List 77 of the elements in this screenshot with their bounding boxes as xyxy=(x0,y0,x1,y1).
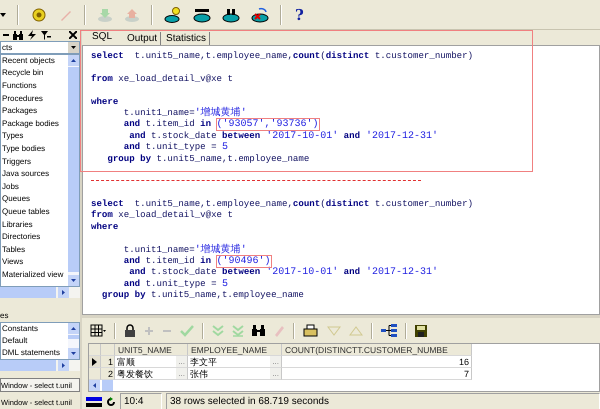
connection-icon xyxy=(86,396,102,408)
object-type-item[interactable]: Type bodies xyxy=(2,143,68,156)
code-line: where xyxy=(91,96,118,107)
object-type-item[interactable]: Recycle bin xyxy=(2,67,68,80)
object-type-item[interactable]: Types xyxy=(2,130,68,144)
table-cell-text: 16 xyxy=(458,356,470,367)
object-type-item[interactable]: Views xyxy=(2,256,68,269)
binoculars-icon[interactable] xyxy=(13,30,23,40)
template-item[interactable]: Constants xyxy=(2,323,68,335)
object-type-item[interactable]: Materialized view xyxy=(2,268,68,282)
current-row-marker-icon xyxy=(92,358,97,366)
object-type-item[interactable]: Queues xyxy=(2,193,68,206)
object-type-item[interactable]: Libraries xyxy=(2,218,68,232)
lightning-icon[interactable] xyxy=(27,30,37,40)
code-line: and t.stock_date between '2017-10-01' and '2017-12-31' xyxy=(128,130,438,142)
object-type-item[interactable]: Queue tables xyxy=(2,206,68,219)
sql-editor[interactable] xyxy=(82,45,600,315)
object-type-item[interactable]: Triggers xyxy=(2,156,68,168)
caret-icon[interactable] xyxy=(0,12,6,16)
close-icon[interactable] xyxy=(69,31,77,40)
code-line: t.unit1_name='增城黄埔' xyxy=(122,106,247,118)
row-number: 1 xyxy=(101,356,115,368)
code-line: and t.item_id in ('90496') xyxy=(122,255,271,266)
code-line: where xyxy=(91,220,118,232)
grid-icon[interactable] xyxy=(90,324,106,338)
code-line: and t.item_id in ('93057','93736') xyxy=(122,118,319,130)
header-cell xyxy=(89,344,101,356)
header-cell xyxy=(101,344,115,356)
hierarchy-icon[interactable] xyxy=(381,324,397,338)
code-line: from xe_load_detail_v@xe t xyxy=(91,72,233,84)
code-line: t.unit1_name='增城黄埔' xyxy=(122,244,247,256)
lock-icon[interactable] xyxy=(124,324,136,338)
table-cell-text: 粤发餐饮 xyxy=(116,368,153,379)
vertical-scrollbar[interactable] xyxy=(68,54,79,286)
help-button[interactable]: ? xyxy=(293,6,306,24)
save-icon[interactable] xyxy=(415,324,427,336)
template-item[interactable]: Default xyxy=(2,335,68,347)
column-header[interactable]: UNIT5_NAME xyxy=(115,344,188,356)
status-message: 38 rows selected in 68.719 seconds xyxy=(166,393,600,409)
checkmark-icon[interactable] xyxy=(180,324,194,336)
object-filter-dropdown[interactable]: cts xyxy=(0,40,80,54)
code-line: and t.stock_date between '2017-10-01' and '2017-12-31' xyxy=(128,266,438,278)
object-type-item[interactable]: Directories xyxy=(2,231,68,244)
code-line: select t.unit5_name,t.employee_name,count(distinct t.customer_number) xyxy=(91,198,474,210)
table-cell-text: 李文平 xyxy=(189,356,217,367)
template-item[interactable]: DML statements xyxy=(2,347,68,359)
cursor-position: 10:4 xyxy=(120,393,162,409)
database-icon[interactable] xyxy=(164,6,182,24)
object-type-item[interactable]: Tables xyxy=(2,244,68,256)
code-line: group by t.unit5_name,t.employee_name xyxy=(100,289,304,301)
object-type-item[interactable]: Package bodies xyxy=(2,118,68,130)
horizontal-scrollbar[interactable] xyxy=(0,286,80,298)
code-line: from xe_load_detail_v@xe t xyxy=(91,209,233,221)
funnel-icon[interactable] xyxy=(41,30,51,40)
code-line: and t.unit_type = 5 xyxy=(122,141,228,153)
object-type-item[interactable]: Procedures xyxy=(2,92,68,106)
table-cell-text: 张伟 xyxy=(189,368,208,379)
object-type-item[interactable]: Jobs xyxy=(2,180,68,194)
object-type-item[interactable]: Java sources xyxy=(2,168,68,181)
horizontal-scrollbar[interactable] xyxy=(0,360,80,371)
binoculars-icon[interactable] xyxy=(252,325,265,336)
row-indicator[interactable] xyxy=(89,356,101,368)
column-header[interactable]: COUNT(DISTINCTT.CUSTOMER_NUMBE xyxy=(282,344,472,356)
row-number: 2 xyxy=(101,368,115,380)
vertical-scrollbar[interactable] xyxy=(68,323,79,359)
object-type-item[interactable]: Recent objects xyxy=(2,54,68,68)
code-line: select t.unit5_name,t.employee_name,count(distinct t.customer_number) xyxy=(91,50,474,62)
code-line: group by t.unit5_name,t.employee_name xyxy=(106,152,310,164)
table-cell-text: 富顺 xyxy=(116,356,135,367)
column-header[interactable]: EMPLOYEE_NAME xyxy=(188,344,282,356)
refresh-icon[interactable] xyxy=(106,396,116,406)
code-line: and t.unit_type = 5 xyxy=(122,278,228,290)
object-type-item[interactable]: Packages xyxy=(2,105,68,118)
object-type-item[interactable]: Functions xyxy=(2,80,68,93)
panel-title: es xyxy=(0,310,10,322)
database-icon[interactable] xyxy=(251,6,269,24)
table-cell-text: 7 xyxy=(462,368,470,379)
